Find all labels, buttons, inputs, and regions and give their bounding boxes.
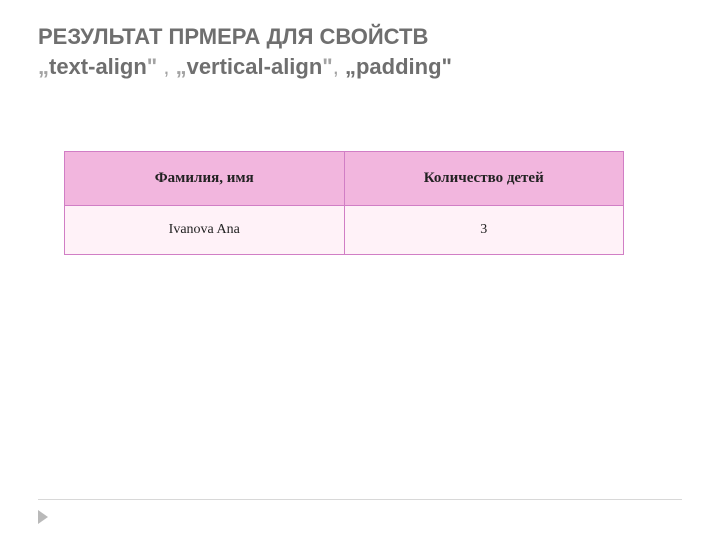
table-cell: 3 bbox=[344, 206, 624, 255]
table-row: Ivanova Ana 3 bbox=[65, 206, 624, 255]
slide-heading: РЕЗУЛЬТАТ ПРМЕРА ДЛЯ СВОЙСТВ „text-align… bbox=[38, 22, 682, 81]
comma-1: , bbox=[157, 54, 175, 79]
comma-2: , bbox=[333, 54, 345, 79]
open-quote-1: „ bbox=[38, 54, 49, 79]
close-quote-1: " bbox=[147, 54, 157, 79]
example-table: Фамилия, имя Количество детей Ivanova An… bbox=[64, 151, 624, 255]
table-header-row: Фамилия, имя Количество детей bbox=[65, 152, 624, 206]
prop-vertical-align: vertical-align bbox=[187, 54, 323, 79]
table-header-cell: Фамилия, имя bbox=[65, 152, 345, 206]
slide-content: Фамилия, имя Количество детей Ivanova An… bbox=[38, 151, 682, 255]
prop-padding: „padding" bbox=[345, 54, 452, 79]
close-quote-2: " bbox=[322, 54, 332, 79]
prop-text-align: text-align bbox=[49, 54, 147, 79]
table-cell: Ivanova Ana bbox=[65, 206, 345, 255]
open-quote-2: „ bbox=[176, 54, 187, 79]
triangle-marker-icon bbox=[38, 510, 48, 524]
footer-divider bbox=[38, 499, 682, 500]
heading-line1: РЕЗУЛЬТАТ ПРМЕРА ДЛЯ СВОЙСТВ bbox=[38, 24, 428, 49]
table-header-cell: Количество детей bbox=[344, 152, 624, 206]
